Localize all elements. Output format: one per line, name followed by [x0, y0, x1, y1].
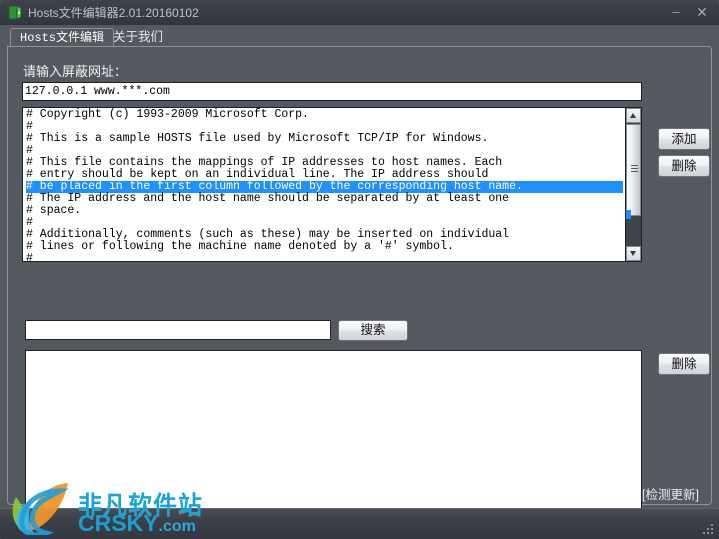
check-update-link[interactable]: [检测更新] — [642, 484, 699, 503]
window-title: Hosts文件编辑器2.01.20160102 — [28, 6, 199, 20]
close-button[interactable]: ✕ — [693, 4, 711, 20]
hosts-line: # This is a sample HOSTS file used by Mi… — [26, 132, 489, 145]
delete-button-top[interactable]: 删除 — [658, 155, 710, 177]
add-button[interactable]: 添加 — [658, 128, 710, 150]
application-window: Hosts文件编辑器2.01.20160102 – ✕ Hosts文件编辑 关于… — [0, 0, 719, 539]
titlebar[interactable]: Hosts文件编辑器2.01.20160102 – ✕ — [0, 0, 719, 26]
search-input[interactable] — [25, 320, 331, 340]
scroll-up-arrow-icon[interactable] — [626, 108, 641, 123]
hosts-line: # — [26, 252, 33, 262]
minimize-button[interactable]: – — [667, 4, 685, 20]
scroll-down-arrow-icon[interactable] — [626, 246, 641, 261]
hosts-file-textarea[interactable]: # Copyright (c) 1993-2009 Microsoft Corp… — [22, 107, 642, 262]
scrollbar-thumb[interactable] — [626, 124, 641, 216]
status-bar — [0, 508, 719, 539]
hosts-line: # lines or following the machine name de… — [26, 240, 454, 253]
search-button[interactable]: 搜索 — [338, 320, 408, 341]
hosts-line: # The IP address and the host name shoul… — [26, 192, 510, 205]
tab-hosts-editor[interactable]: Hosts文件编辑 — [10, 28, 115, 47]
main-panel: 请输入屏蔽网址： 添加 删除 # Copyright (c) 1993-2009… — [7, 46, 712, 539]
blocked-url-input[interactable] — [22, 82, 642, 101]
delete-button-bottom[interactable]: 删除 — [658, 353, 710, 375]
hosts-vertical-scrollbar[interactable] — [625, 108, 641, 261]
scrollbar-grip-icon — [631, 165, 638, 172]
url-input-label: 请输入屏蔽网址： — [23, 64, 128, 79]
highlight-marker — [626, 210, 631, 219]
resize-grip-icon[interactable] — [702, 523, 715, 536]
tab-about-us[interactable]: 关于我们 — [104, 28, 172, 47]
hosts-line: # space. — [26, 204, 82, 217]
hosts-file-content: # Copyright (c) 1993-2009 Microsoft Corp… — [23, 108, 623, 262]
tab-strip: Hosts文件编辑 关于我们 — [0, 25, 719, 47]
hosts-line: # Copyright (c) 1993-2009 Microsoft Corp… — [26, 108, 309, 121]
hosts-editor-icon — [8, 5, 22, 20]
